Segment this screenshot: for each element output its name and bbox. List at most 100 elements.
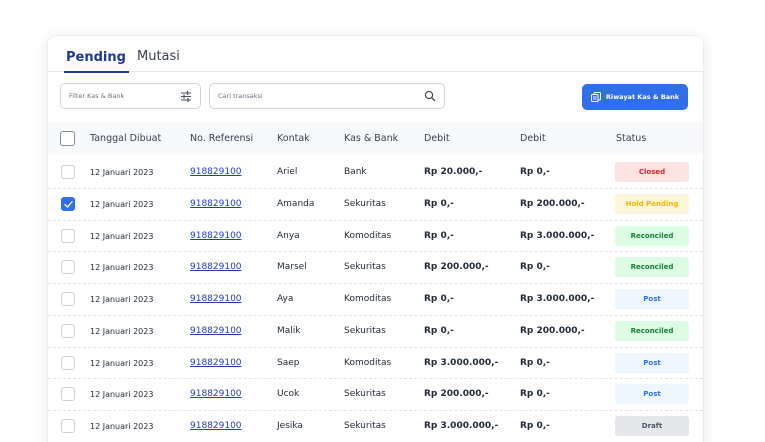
- cell-debit-2: Rp 200.000,-: [520, 325, 585, 336]
- row-checkbox[interactable]: [61, 387, 75, 402]
- row-checkbox[interactable]: [61, 419, 75, 433]
- status-badge: Draft: [615, 416, 689, 436]
- cell-debit: Rp 3.000.000,-: [424, 421, 499, 431]
- cell-debit-2: Rp 3.000.000,-: [520, 294, 595, 304]
- cell-reference-link[interactable]: 918829100: [190, 199, 242, 209]
- cell-debit: Rp 200.000,-: [424, 389, 489, 400]
- status-badge: Reconciled: [615, 257, 689, 278]
- search-icon: [424, 90, 436, 102]
- cell-debit: Rp 200.000,-: [424, 262, 489, 273]
- check-icon: [64, 200, 73, 208]
- table-body: 12 Januari 2023 918829100 Ariel Bank Rp 20.0…: [48, 157, 703, 442]
- cell-reference-link[interactable]: 918829100: [190, 294, 242, 304]
- status-badge: Post: [615, 384, 689, 405]
- cell-account: Sekuritas: [344, 325, 386, 336]
- cell-debit: Rp 3.000.000,-: [424, 357, 499, 368]
- column-header-debit[interactable]: Debit: [424, 133, 450, 144]
- cell-date: 12 Januari 2023: [90, 422, 154, 431]
- cell-account: Sekuritas: [344, 198, 386, 209]
- status-badge: Reconciled: [615, 225, 689, 246]
- search-transaction-input[interactable]: Cari transaksi: [209, 83, 445, 109]
- cell-debit-2: Rp 0,-: [520, 357, 550, 368]
- filter-placeholder: Filter Kas & Bank: [69, 92, 125, 100]
- cell-contact: Malik: [277, 325, 301, 336]
- tab-pending[interactable]: Pending: [64, 50, 129, 73]
- cell-reference-link[interactable]: 918829100: [190, 231, 242, 241]
- table-row[interactable]: 12 Januari 2023 918829100 Ucok Sekuritas Rp …: [48, 379, 703, 411]
- cell-date: 12 Januari 2023: [90, 231, 154, 241]
- cell-debit-2: Rp 0,-: [520, 262, 550, 273]
- column-header-status[interactable]: Status: [616, 133, 646, 144]
- column-header-kontak[interactable]: Kontak: [277, 133, 310, 144]
- cell-debit: Rp 20.000,-: [424, 167, 483, 177]
- status-badge: Hold Pending: [615, 193, 689, 214]
- table-row[interactable]: 12 Januari 2023 918829100 Malik Sekuritas Rp…: [48, 316, 703, 348]
- riwayat-kas-bank-button[interactable]: Riwayat Kas & Bank: [582, 84, 688, 110]
- table-header: Tanggal Dibuat No. Referensi Kontak Kas …: [48, 122, 703, 154]
- cell-reference-link[interactable]: 918829100: [190, 167, 242, 177]
- status-badge: Closed: [615, 162, 689, 182]
- status-badge: Post: [615, 352, 689, 373]
- filter-kas-bank-input[interactable]: Filter Kas & Bank: [60, 83, 201, 109]
- cell-account: Komoditas: [344, 357, 392, 368]
- cell-reference-link[interactable]: 918829100: [190, 358, 242, 368]
- cell-account: Bank: [344, 167, 367, 177]
- cell-debit: Rp 0,-: [424, 325, 454, 336]
- table-row[interactable]: 12 Januari 2023 918829100 Jesika Sekuritas R…: [48, 411, 703, 442]
- cell-debit: Rp 0,-: [424, 294, 454, 304]
- cell-account: Komoditas: [344, 294, 392, 304]
- cell-date: 12 Januari 2023: [90, 390, 154, 400]
- row-checkbox[interactable]: [61, 228, 75, 243]
- cell-date: 12 Januari 2023: [90, 199, 154, 209]
- status-badge: Post: [615, 289, 689, 309]
- row-checkbox[interactable]: [61, 292, 75, 306]
- tab-mutasi[interactable]: Mutasi: [137, 49, 180, 64]
- cell-account: Komoditas: [344, 230, 392, 241]
- row-checkbox[interactable]: [61, 355, 75, 370]
- column-header-referensi[interactable]: No. Referensi: [190, 133, 253, 144]
- tab-bar: Pending Mutasi: [48, 36, 703, 73]
- cell-debit-2: Rp 0,-: [520, 421, 550, 431]
- cell-debit-2: Rp 3.000.000,-: [520, 230, 595, 241]
- cell-reference-link[interactable]: 918829100: [190, 389, 242, 399]
- table-row[interactable]: 12 Januari 2023 918829100 Marsel Sekuritas R…: [48, 252, 703, 284]
- cell-reference-link[interactable]: 918829100: [190, 421, 242, 431]
- status-badge: Reconciled: [615, 320, 689, 341]
- cell-debit-2: Rp 200.000,-: [520, 198, 585, 209]
- table-row[interactable]: 12 Januari 2023 918829100 Amanda Sekuritas R…: [48, 189, 703, 221]
- cell-debit: Rp 0,-: [424, 198, 454, 209]
- cell-contact: Saep: [277, 357, 300, 368]
- select-all-checkbox[interactable]: [60, 131, 75, 146]
- cell-contact: Marsel: [277, 262, 307, 273]
- cell-debit-2: Rp 0,-: [520, 389, 550, 400]
- history-icon: [590, 92, 601, 102]
- table-row[interactable]: 12 Januari 2023 918829100 Anya Komoditas Rp …: [48, 221, 703, 253]
- cell-contact: Anya: [277, 230, 300, 241]
- cell-date: 12 Januari 2023: [90, 263, 154, 273]
- search-placeholder: Cari transaksi: [218, 92, 263, 100]
- sliders-icon[interactable]: [180, 90, 192, 103]
- cell-contact: Aya: [277, 294, 294, 304]
- cell-contact: Jesika: [277, 421, 303, 431]
- column-header-kas-bank[interactable]: Kas & Bank: [344, 133, 398, 144]
- table-row[interactable]: 12 Januari 2023 918829100 Aya Komoditas Rp 0…: [48, 284, 703, 316]
- cell-reference-link[interactable]: 918829100: [190, 326, 242, 336]
- cell-account: Sekuritas: [344, 421, 386, 431]
- cell-reference-link[interactable]: 918829100: [190, 262, 242, 272]
- cell-account: Sekuritas: [344, 262, 386, 273]
- table-row[interactable]: 12 Januari 2023 918829100 Saep Komoditas Rp …: [48, 348, 703, 380]
- row-checkbox[interactable]: [61, 260, 75, 275]
- row-checkbox[interactable]: [61, 323, 75, 338]
- cell-date: 12 Januari 2023: [90, 168, 154, 177]
- cell-date: 12 Januari 2023: [90, 358, 154, 368]
- cell-debit-2: Rp 0,-: [520, 167, 550, 177]
- column-header-tanggal[interactable]: Tanggal Dibuat: [90, 133, 161, 144]
- cell-account: Sekuritas: [344, 389, 386, 400]
- column-header-debit-2[interactable]: Debit: [520, 133, 546, 144]
- riwayat-label: Riwayat Kas & Bank: [605, 93, 680, 101]
- table-row[interactable]: 12 Januari 2023 918829100 Ariel Bank Rp 20.0…: [48, 157, 703, 189]
- row-checkbox[interactable]: [61, 165, 75, 179]
- cell-date: 12 Januari 2023: [90, 295, 154, 304]
- cell-contact: Ucok: [277, 389, 300, 400]
- row-checkbox[interactable]: [61, 196, 75, 211]
